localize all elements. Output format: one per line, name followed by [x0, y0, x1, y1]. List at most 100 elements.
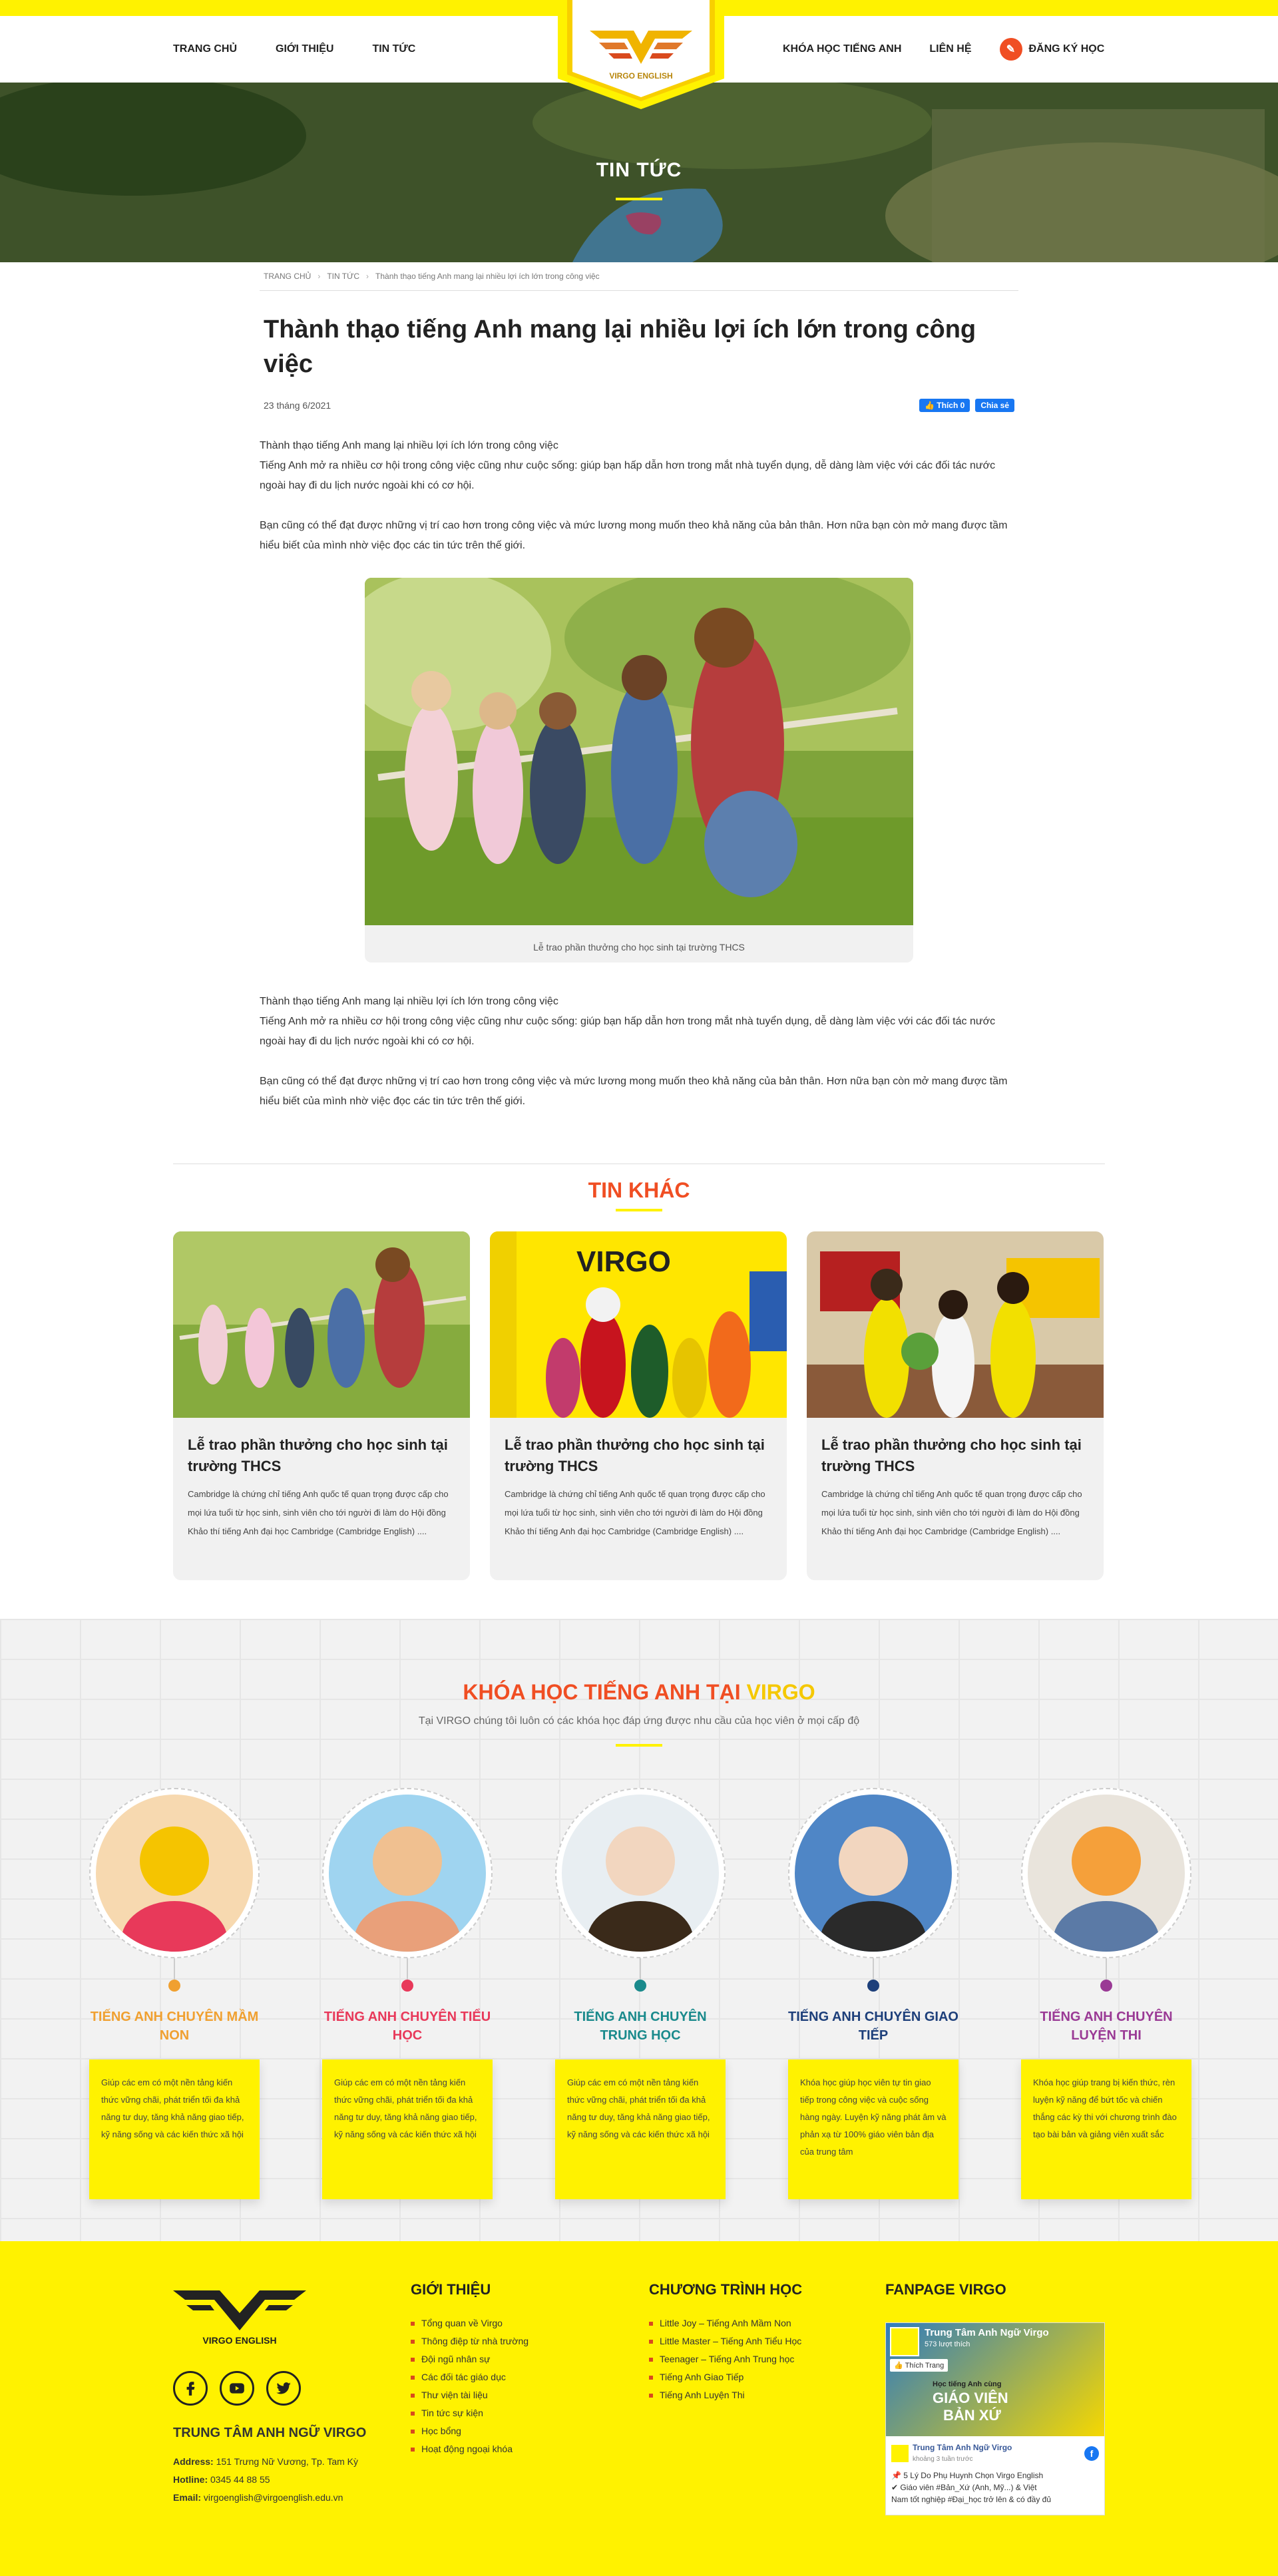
footer-link[interactable]: Tiếng Anh Giao Tiếp: [649, 2368, 802, 2386]
breadcrumb-separator: ›: [366, 272, 369, 281]
nav-courses[interactable]: KHÓA HỌC TIẾNG ANH: [783, 43, 901, 55]
fb-like-label: Thích 0: [937, 401, 965, 410]
fb-post-line: Nam tốt nghiệp #Đại_học trở lên & có đầy…: [891, 2495, 1052, 2504]
figure-caption: Lễ trao phần thưởng cho học sinh tại trư…: [533, 942, 745, 953]
footer-link[interactable]: Little Joy – Tiếng Anh Mầm Non: [649, 2314, 802, 2332]
register-button[interactable]: ✎ ĐĂNG KÝ HỌC: [999, 38, 1105, 61]
course-description: Khóa học giúp học viên tự tin giao tiếp …: [788, 2059, 958, 2199]
course-item[interactable]: TIẾNG ANH CHUYÊN TIỂU HỌC Giúp các em có …: [322, 1788, 493, 2199]
fb-page-avatar: [890, 2327, 919, 2356]
news-card[interactable]: Lễ trao phần thưởng cho học sinh tại trư…: [807, 1231, 1104, 1580]
hero-banner: TIN TỨC: [0, 83, 1278, 262]
main-nav-left: TRANG CHỦ GIỚI THIỆU TIN TỨC: [173, 16, 415, 83]
news-card[interactable]: Lễ trao phần thưởng cho học sinh tại trư…: [173, 1231, 470, 1580]
svg-text:VIRGO: VIRGO: [576, 1245, 671, 1278]
kids-tug-of-war-photo: [365, 578, 913, 925]
article-paragraph: Tiếng Anh mở ra nhiều cơ hội trong công …: [260, 460, 996, 491]
course-name[interactable]: TIẾNG ANH CHUYÊN LUYỆN THI: [1021, 2008, 1191, 2045]
course-name[interactable]: TIẾNG ANH CHUYÊN GIAO TIẾP: [788, 2008, 958, 2045]
footer-link[interactable]: Thông điệp từ nhà trường: [411, 2332, 529, 2350]
breadcrumb-news[interactable]: TIN TỨC: [327, 272, 359, 281]
course-connector: [640, 1958, 641, 1980]
fb-like-page-button[interactable]: 👍 Thích Trang: [890, 2359, 949, 2372]
news-card-title[interactable]: Lễ trao phần thưởng cho học sinh tại trư…: [188, 1434, 455, 1477]
hotline-label: Hotline:: [173, 2474, 208, 2485]
course-connector: [1106, 1958, 1107, 1980]
fb-post-avatar: [891, 2445, 909, 2462]
footer-link[interactable]: Little Master – Tiếng Anh Tiểu Học: [649, 2332, 802, 2350]
course-item[interactable]: TIẾNG ANH CHUYÊN LUYỆN THI Khóa học giúp …: [1021, 1788, 1191, 2199]
fb-post-line: 📌 5 Lý Do Phụ Huynh Chọn Virgo English: [891, 2471, 1044, 2480]
course-photo-frame: [322, 1788, 493, 1958]
course-name[interactable]: TIẾNG ANH CHUYÊN TRUNG HỌC: [555, 2008, 726, 2045]
fb-like-icon: 👍: [925, 401, 937, 410]
course-name[interactable]: TIẾNG ANH CHUYÊN TIỂU HỌC: [322, 2008, 493, 2045]
twitter-icon[interactable]: [266, 2371, 301, 2406]
facebook-page-widget[interactable]: Trung Tâm Anh Ngữ Virgo 573 lượt thích 👍…: [885, 2322, 1105, 2515]
courses-subtitle: Tại VIRGO chúng tôi luôn có các khóa học…: [418, 1715, 860, 1727]
fb-post: Trung Tâm Anh Ngữ Virgo khoảng 3 tuần tr…: [886, 2436, 1104, 2505]
footer-about-links: Tổng quan về Virgo Thông điệp từ nhà trườ…: [411, 2314, 529, 2458]
hero-underline: [616, 198, 662, 200]
fb-banner-line3: BẢN XỨ: [943, 2407, 1001, 2424]
fb-like-button[interactable]: 👍 Thích 0: [919, 399, 970, 412]
news-card-photo: VIRGO: [490, 1231, 787, 1418]
course-description: Khóa học giúp trang bị kiến thức, rèn lu…: [1021, 2059, 1191, 2199]
courses-section: KHÓA HỌC TIẾNG ANH TẠI VIRGO Tại VIRGO c…: [0, 1619, 1278, 2241]
news-card-title[interactable]: Lễ trao phần thưởng cho học sinh tại trư…: [821, 1434, 1089, 1477]
logo-text: VIRGO ENGLISH: [609, 71, 672, 81]
facebook-icon[interactable]: [173, 2371, 208, 2406]
course-connector: [174, 1958, 175, 1980]
course-item[interactable]: TIẾNG ANH CHUYÊN TRUNG HỌC Giúp các em có…: [555, 1788, 726, 2199]
nav-news[interactable]: TIN TỨC: [372, 43, 415, 55]
footer-link[interactable]: Tiếng Anh Luyện Thi: [649, 2386, 802, 2404]
course-dot: [168, 1980, 180, 1992]
footer-fanpage-column: FANPAGE VIRGO: [885, 2281, 1006, 2298]
footer-link[interactable]: Đội ngũ nhân sự: [411, 2350, 529, 2368]
breadcrumb-home[interactable]: TRANG CHỦ: [264, 272, 311, 281]
footer-link[interactable]: Tổng quan về Virgo: [411, 2314, 529, 2332]
hotline-value[interactable]: 0345 44 88 55: [210, 2474, 270, 2485]
courses-title-brand: VIRGO: [746, 1680, 815, 1704]
article-paragraph: Tiếng Anh mở ra nhiều cơ hội trong công …: [260, 1016, 996, 1047]
course-name[interactable]: TIẾNG ANH CHUYÊN MẦM NON: [89, 2008, 260, 2045]
footer-link[interactable]: Thư viện tài liệu: [411, 2386, 529, 2404]
nav-home[interactable]: TRANG CHỦ: [173, 43, 237, 55]
facebook-icon: f: [1084, 2446, 1099, 2461]
course-item[interactable]: TIẾNG ANH CHUYÊN GIAO TIẾP Khóa học giúp …: [788, 1788, 958, 2199]
course-item[interactable]: TIẾNG ANH CHUYÊN MẦM NON Giúp các em có m…: [89, 1788, 260, 2199]
fb-page-name[interactable]: Trung Tâm Anh Ngữ Virgo: [925, 2327, 1049, 2338]
youtube-icon[interactable]: [220, 2371, 254, 2406]
social-links: [173, 2371, 366, 2406]
article-meta: 23 tháng 6/2021 👍 Thích 0 Chia sẻ: [264, 399, 1014, 412]
email-value[interactable]: virgoenglish@virgoenglish.edu.vn: [204, 2492, 343, 2503]
footer-link[interactable]: Hoạt động ngoại khóa: [411, 2440, 529, 2458]
footer-fanpage-title: FANPAGE VIRGO: [885, 2281, 1006, 2298]
footer-link[interactable]: Các đối tác giáo dục: [411, 2368, 529, 2386]
news-card-title[interactable]: Lễ trao phần thưởng cho học sinh tại trư…: [505, 1434, 772, 1477]
footer-program-links: Little Joy – Tiếng Anh Mầm Non Little Mas…: [649, 2314, 802, 2404]
course-photo-frame: [555, 1788, 726, 1958]
news-card[interactable]: VIRGO Lễ trao phần thưởng cho học sinh t…: [490, 1231, 787, 1580]
fb-cover: Trung Tâm Anh Ngữ Virgo 573 lượt thích 👍…: [886, 2323, 1104, 2436]
footer-link[interactable]: Tin tức sự kiện: [411, 2404, 529, 2422]
course-dot: [401, 1980, 413, 1992]
footer-logo[interactable]: VIRGO ENGLISH: [173, 2286, 306, 2346]
news-card-excerpt: Cambridge là chứng chỉ tiếng Anh quốc tế…: [505, 1489, 765, 1536]
news-card-photo: [173, 1231, 470, 1418]
fb-share-button[interactable]: Chia sẻ: [975, 399, 1014, 412]
course-description: Giúp các em có một nền tảng kiến thức vữ…: [555, 2059, 726, 2199]
fb-banner-line1: Học tiếng Anh cùng: [933, 2380, 1002, 2388]
nav-contact[interactable]: LIÊN HỆ: [929, 43, 971, 55]
fb-like-page-label: Thích Trang: [905, 2362, 945, 2370]
nav-about[interactable]: GIỚI THIỆU: [276, 43, 333, 55]
fb-post-author[interactable]: Trung Tâm Anh Ngữ Virgo: [913, 2442, 1012, 2454]
other-news-underline: [616, 1209, 662, 1211]
course-description: Giúp các em có một nền tảng kiến thức vữ…: [322, 2059, 493, 2199]
course-connector: [407, 1958, 408, 1980]
register-label: ĐĂNG KÝ HỌC: [1028, 43, 1105, 55]
virgo-logo[interactable]: VIRGO ENGLISH: [558, 0, 724, 109]
news-card-excerpt: Cambridge là chứng chỉ tiếng Anh quốc tế…: [188, 1489, 449, 1536]
footer-link[interactable]: Teenager – Tiếng Anh Trung học: [649, 2350, 802, 2368]
footer-link[interactable]: Học bổng: [411, 2422, 529, 2440]
